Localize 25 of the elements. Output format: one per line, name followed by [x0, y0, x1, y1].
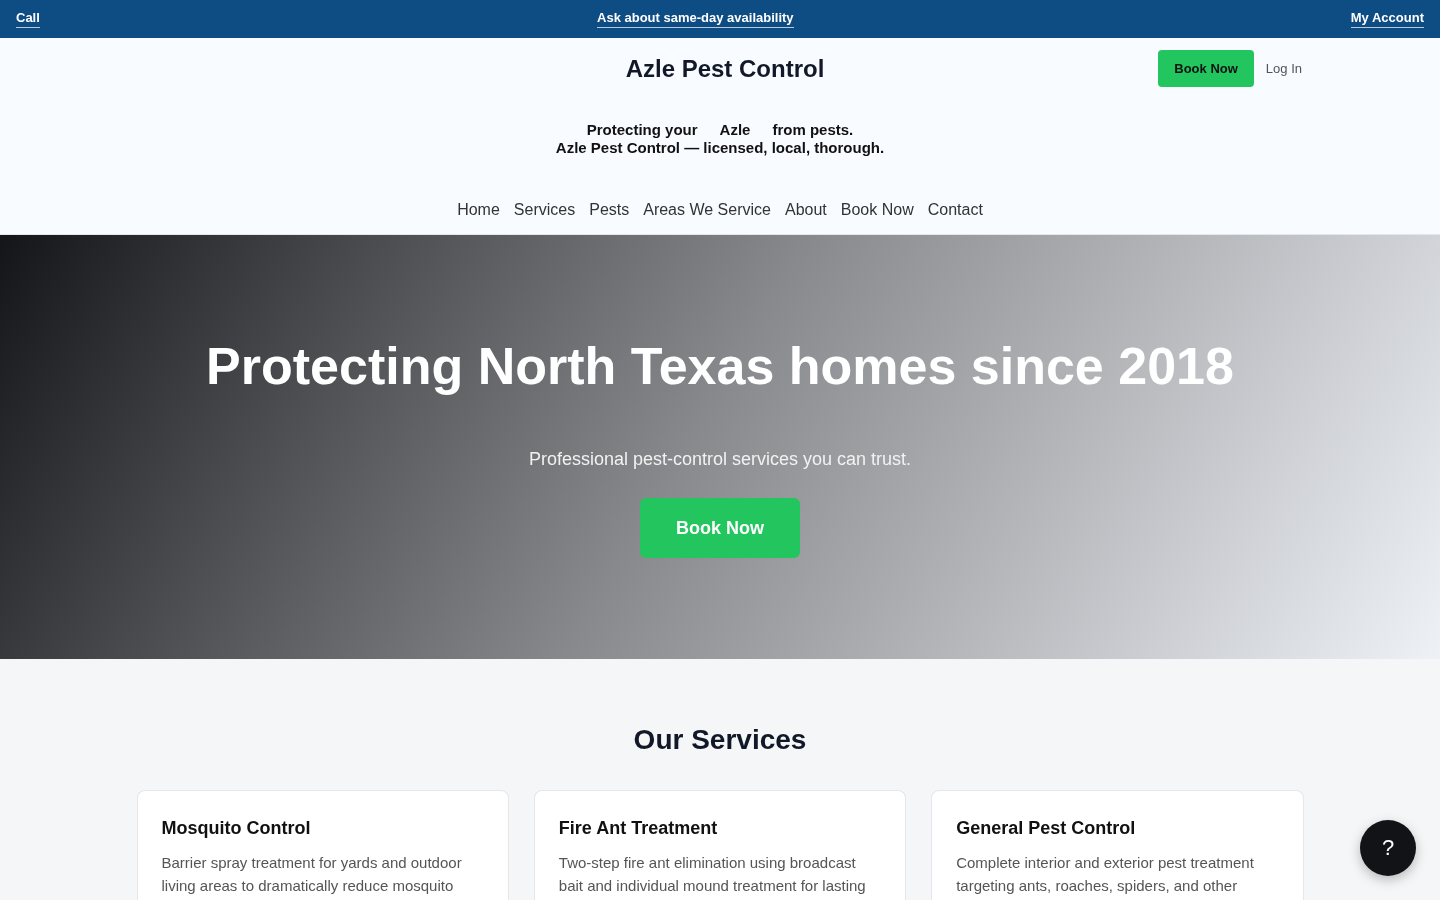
top-bar-link[interactable]: My Account: [1350, 10, 1424, 28]
site-title: Azle Pest Control: [624, 54, 825, 83]
hero-heading: Protecting North Texas homes since 2018: [206, 336, 1234, 397]
nav-link[interactable]: About: [784, 200, 827, 220]
card-description: Barrier spray treatment for yards and outdoor living areas to dramatically reduce mosquito: [161, 853, 463, 896]
nav-link[interactable]: Pests: [589, 200, 630, 220]
card-title: General Pest Control: [956, 817, 1137, 840]
tagline-text: Azle Pest Control — licensed, local, thorough.: [555, 139, 885, 157]
nav-link[interactable]: Contact: [927, 200, 983, 220]
card-title: Mosquito Control: [161, 817, 312, 840]
card-description: Two-step fire ant elimination using broadcast bait and individual mound treatment for lasting: [558, 853, 867, 896]
book-now-button[interactable]: Book Now: [1158, 50, 1254, 87]
nav-link[interactable]: Home: [457, 200, 500, 220]
card-title: Fire Ant Treatment: [558, 817, 719, 840]
hero-subtitle: Professional pest-control services you can trust.: [528, 448, 912, 470]
top-bar-link[interactable]: Ask about same-day availability: [597, 10, 794, 28]
card-description: Complete interior and exterior pest treatment targeting ants, roaches, spiders, and other: [956, 853, 1255, 896]
log-in-link[interactable]: Log In: [1265, 61, 1302, 76]
nav-link[interactable]: Book Now: [840, 200, 914, 220]
help-button[interactable]: ?: [1360, 820, 1416, 876]
nav-link[interactable]: Services: [513, 200, 576, 220]
tagline-text: Protecting your Azle from pests.: [586, 121, 854, 139]
section-heading: Our Services: [632, 723, 808, 757]
top-bar-link[interactable]: Call: [16, 10, 40, 28]
nav-link[interactable]: Areas We Service: [643, 200, 771, 220]
